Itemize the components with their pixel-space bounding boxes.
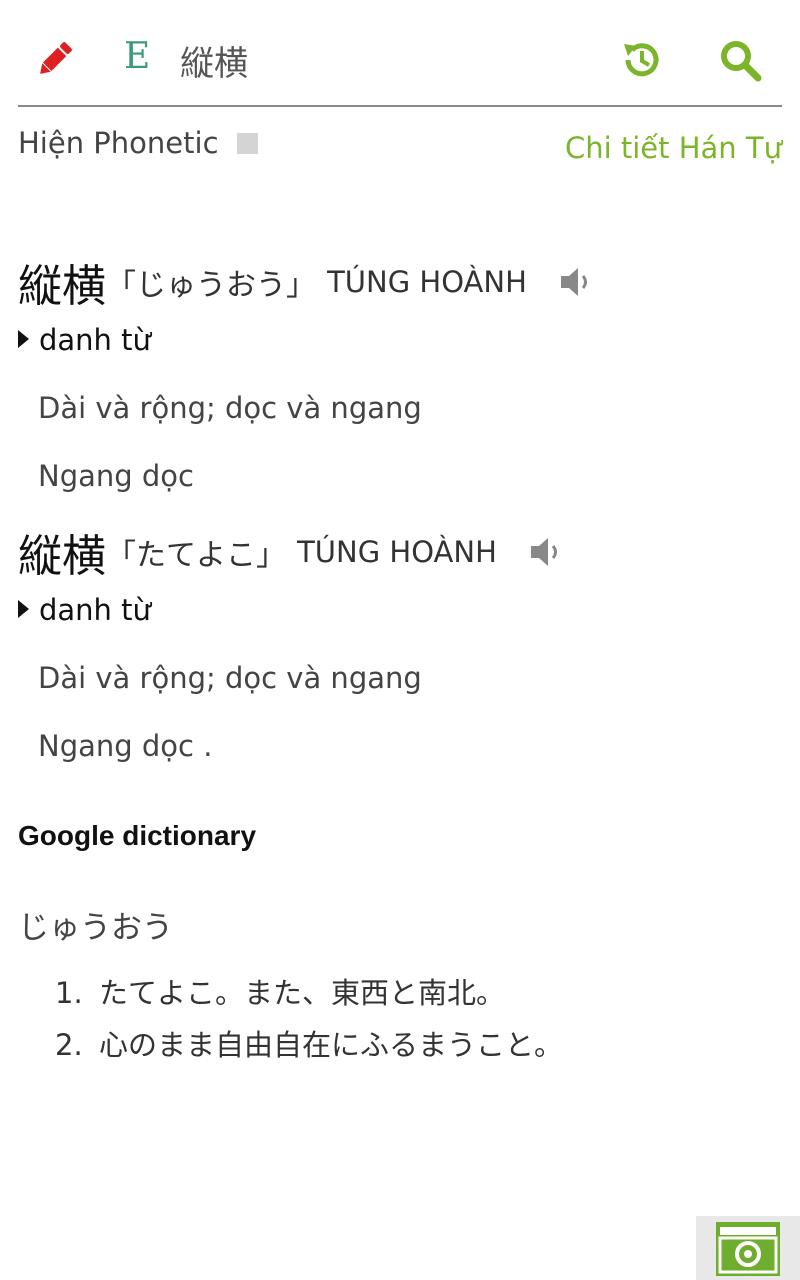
search-icon[interactable] (718, 38, 762, 82)
part-of-speech-label: danh từ (39, 323, 151, 357)
entry-hanviet: TÚNG HOÀNH (327, 265, 527, 299)
definition-number: 1. (55, 976, 83, 1010)
meaning-line: Dài và rộng; dọc và ngang (38, 391, 422, 425)
pencil-icon[interactable] (34, 38, 76, 80)
dictionary-entry: 縦横「じゅうおう」 TÚNG HOÀNH danh từ Dài và rộng… (18, 250, 594, 510)
speaker-icon[interactable] (558, 264, 594, 300)
definition-item: 1. たてよこ。また、東西と南北。 (55, 970, 563, 1022)
expand-arrow-icon[interactable] (18, 330, 29, 348)
definition-text: たてよこ。また、東西と南北。 (99, 976, 506, 1010)
part-of-speech[interactable]: danh từ (18, 306, 594, 374)
kanji-detail-link[interactable]: Chi tiết Hán Tự (565, 131, 782, 165)
meaning-line: Ngang dọc . (38, 729, 213, 763)
entry-reading: 「たてよこ」 (106, 538, 286, 573)
header-divider (18, 105, 782, 107)
search-query: 縦横 (180, 44, 248, 84)
phonetic-checkbox[interactable] (237, 133, 258, 154)
entry-header: 縦横「たてよこ」 TÚNG HOÀNH (18, 520, 564, 582)
dictionary-entry: 縦横「たてよこ」 TÚNG HOÀNH danh từ Dài và rộng;… (18, 520, 564, 780)
history-icon[interactable] (620, 38, 664, 82)
speaker-icon[interactable] (528, 534, 564, 570)
definition-text: 心のまま自由自在にふるまうこと。 (99, 1028, 564, 1062)
entry-header: 縦横「じゅうおう」 TÚNG HOÀNH (18, 250, 594, 312)
meaning-line: Dài và rộng; dọc và ngang (38, 661, 422, 695)
part-of-speech-label: danh từ (39, 593, 151, 627)
phonetic-label: Hiện Phonetic (18, 126, 219, 160)
language-badge[interactable]: E (124, 36, 150, 77)
definition-item: 2. 心のまま自由自在にふるまうこと。 (55, 1022, 563, 1074)
entry-reading: 「じゅうおう」 (106, 268, 316, 303)
part-of-speech[interactable]: danh từ (18, 576, 564, 644)
entry-kanji: 縦横 (18, 261, 106, 312)
google-dictionary-title: Google dictionary (18, 820, 257, 851)
entry-kanji: 縦横 (18, 531, 106, 582)
meaning-line: Ngang dọc (38, 459, 194, 493)
google-definitions: 1. たてよこ。また、東西と南北。 2. 心のまま自由自在にふるまうこと。 (55, 970, 563, 1074)
camera-button[interactable] (696, 1216, 800, 1280)
definition-number: 2. (55, 1028, 83, 1062)
expand-arrow-icon[interactable] (18, 600, 29, 618)
top-bar: E 縦横 (0, 0, 800, 107)
google-reading: じゅうおう (18, 910, 173, 946)
entry-hanviet: TÚNG HOÀNH (297, 535, 497, 569)
